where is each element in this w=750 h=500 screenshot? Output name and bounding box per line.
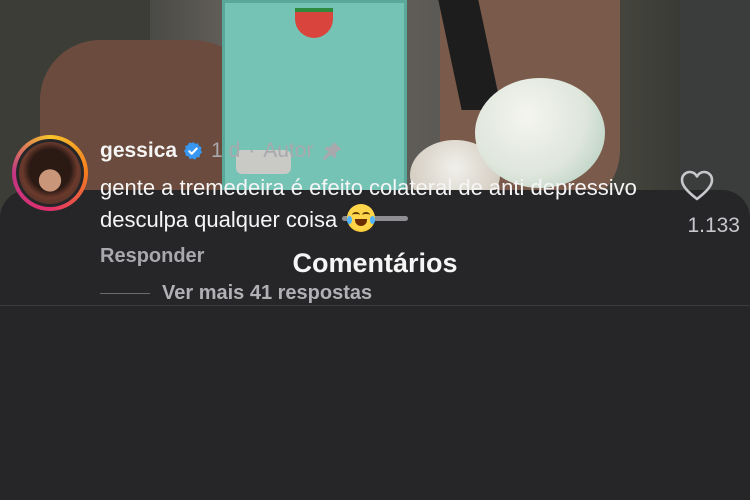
verified-badge-icon [183, 141, 203, 160]
like-count: 1.133 [687, 214, 740, 237]
avatar[interactable] [12, 135, 88, 211]
view-more-replies-label: Ver mais 41 respostas [162, 282, 373, 304]
avatar-image [19, 142, 81, 204]
heart-icon[interactable] [680, 170, 714, 202]
replies-line [100, 293, 150, 294]
face-with-tears-of-joy-icon [347, 204, 376, 232]
meta-separator: · [248, 139, 256, 162]
comment-time: 1 d [211, 139, 241, 162]
comment-text: gente a tremedeira é efeito colateral de… [100, 172, 660, 236]
reply-button[interactable]: Responder [100, 245, 204, 268]
view-more-replies-button[interactable]: Ver mais 41 respostas [100, 282, 372, 305]
sheet-divider [0, 305, 750, 306]
username[interactable]: gessica [100, 139, 177, 163]
avatar-frame [16, 139, 84, 207]
pin-icon [323, 141, 342, 161]
comment-author-line: gessica 1 d · Autor [100, 136, 343, 166]
comments-sheet: Comentários [0, 190, 750, 500]
author-tag: Autor [263, 139, 314, 162]
